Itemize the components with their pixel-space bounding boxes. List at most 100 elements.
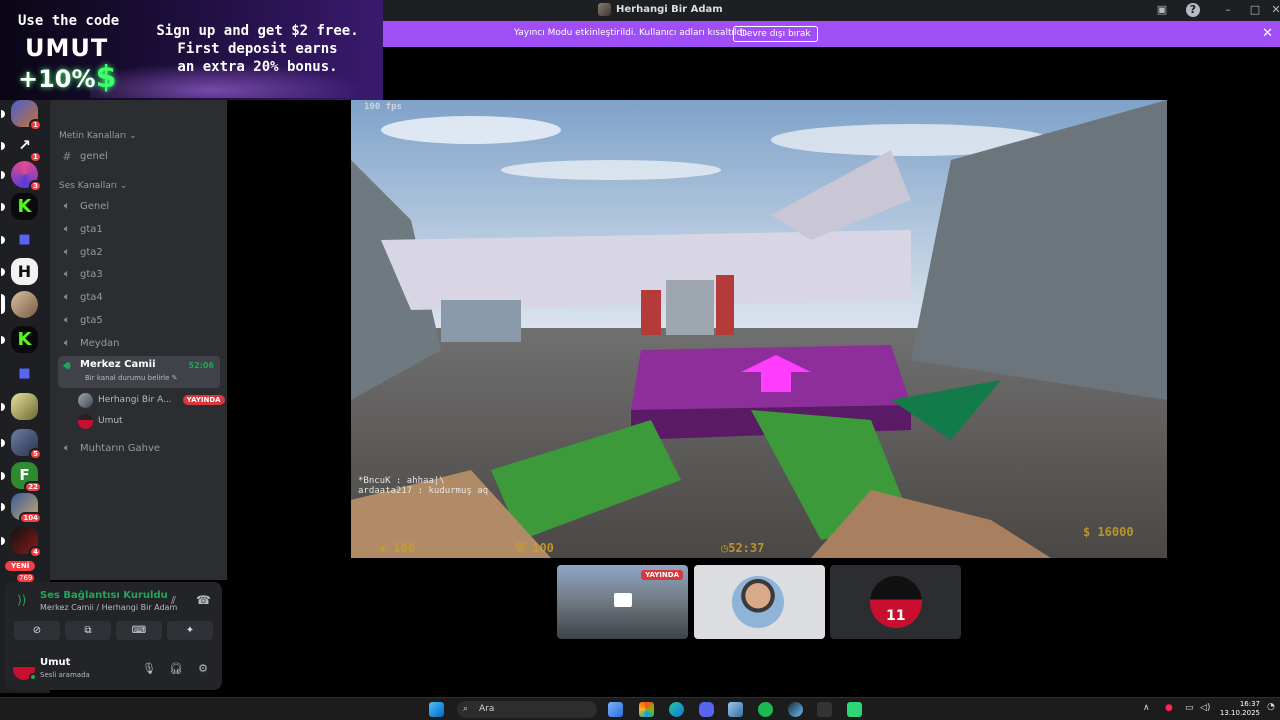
mention-badge: 1: [29, 151, 42, 163]
user-status: Sesli aramada: [40, 671, 90, 679]
mic-tray-icon[interactable]: ●: [1165, 703, 1173, 713]
server-icon[interactable]: 104: [1, 493, 42, 524]
voice-channel-gta5[interactable]: 🔈︎ gta5: [58, 310, 220, 330]
participant-tile-umut[interactable]: 11: [830, 565, 961, 639]
taskbar-clock[interactable]: 16:37 13.10.2025: [1220, 700, 1260, 718]
help-icon[interactable]: ?: [1186, 3, 1200, 17]
unread-pip: [1, 537, 5, 545]
mention-badge: 3: [29, 180, 42, 192]
server-icon[interactable]: 1: [1, 100, 42, 131]
voice-channel-gta2[interactable]: 🔈︎ gta2: [58, 242, 220, 262]
participant-tile-user[interactable]: [694, 565, 825, 639]
chat-line: *BncuK : ahhaa|\: [358, 476, 445, 486]
unread-pip: [1, 171, 5, 179]
disconnect-icon[interactable]: ☎: [196, 593, 211, 607]
promo-overlay: Use the code UMUT +10%$ Sign up and get …: [0, 0, 383, 100]
speaker-icon: 🔈︎: [63, 290, 71, 303]
voice-member-streamer[interactable]: Herhangi Bir A... YAYINDA: [78, 391, 225, 409]
channel-label: gta1: [80, 223, 103, 235]
server-icon[interactable]: 4: [1, 527, 42, 558]
inbox-icon[interactable]: ▣: [1155, 3, 1169, 17]
speaker-active-icon: 🔊︎: [63, 359, 71, 372]
close-window-button[interactable]: ✕: [1269, 3, 1280, 17]
hud-round-time: ◷52:37: [721, 541, 765, 555]
edge-icon[interactable]: [669, 702, 684, 717]
soundboard-button[interactable]: ✦: [167, 621, 213, 640]
channel-label: Meydan: [80, 337, 120, 349]
channel-label: genel: [80, 150, 108, 162]
server-icon[interactable]: [1, 393, 38, 420]
participant-tile-stream[interactable]: YAYINDA: [557, 565, 688, 639]
screen-share-button[interactable]: ⧉: [65, 621, 111, 640]
voice-category-label: Ses Kanalları: [59, 181, 117, 191]
voice-channel-meydan[interactable]: 🔈︎ Meydan: [58, 333, 220, 353]
promo-text: Sign up and get $2 free. First deposit e…: [150, 22, 365, 76]
avatar: [78, 392, 93, 408]
minimize-button[interactable]: –: [1221, 3, 1235, 17]
kick-server-icon[interactable]: K: [1, 193, 38, 220]
unread-pip: [1, 203, 5, 211]
voice-status[interactable]: Ses Bağlantısı Kuruldu: [40, 590, 168, 601]
start-icon[interactable]: [429, 702, 444, 717]
voice-channel-muhtarin-gahve[interactable]: 🔈︎ Muhtarın Gahve: [58, 438, 220, 458]
headphones-icon[interactable]: 🎧︎: [168, 661, 184, 677]
server-icon[interactable]: H: [1, 258, 38, 285]
new-unreads-pill[interactable]: YENİ: [5, 561, 36, 571]
speaker-icon: 🔈︎: [63, 336, 71, 349]
voice-channel-gta3[interactable]: 🔈︎ gta3: [58, 264, 220, 284]
channel-label: gta5: [80, 314, 103, 326]
text-category-header[interactable]: Metin Kanalları ⌄: [59, 131, 137, 141]
member-name: Umut: [98, 416, 123, 426]
maximize-button[interactable]: □: [1248, 3, 1262, 17]
user-server-icon[interactable]: [1, 291, 38, 318]
discord-icon[interactable]: [699, 702, 714, 717]
chat-line: ardaata217 : kudurmuş aq: [358, 486, 489, 496]
voice-channel-merkez-camii[interactable]: 🔊︎ Merkez Camii 52:06 Bir kanal durumu b…: [58, 356, 220, 388]
tray-chevron-icon[interactable]: ∧: [1143, 703, 1150, 713]
task-view-icon[interactable]: [608, 702, 623, 717]
settings-gear-icon[interactable]: ⚙: [195, 661, 211, 677]
voice-channel-genel[interactable]: 🔈︎ Genel: [58, 196, 220, 216]
voice-channel-gta1[interactable]: 🔈︎ gta1: [58, 219, 220, 239]
unread-pip: [1, 142, 5, 150]
volume-icon[interactable]: ◁): [1200, 703, 1210, 713]
voice-member-umut[interactable]: Umut: [78, 412, 123, 430]
folder-icon[interactable]: ■: [11, 360, 38, 387]
mention-badge: 5: [29, 448, 42, 460]
server-icon[interactable]: ↗ 1: [1, 132, 42, 163]
epic-games-icon[interactable]: [817, 702, 832, 717]
jersey-number: 11: [886, 608, 906, 624]
microphone-icon[interactable]: 🎙︎: [141, 661, 157, 677]
voice-category-header[interactable]: Ses Kanalları ⌄: [59, 181, 127, 191]
unread-pip: [1, 403, 5, 411]
steam-icon[interactable]: [788, 702, 803, 717]
copilot-icon[interactable]: [639, 702, 654, 717]
live-badge: YAYINDA: [182, 395, 225, 405]
camera-off-button[interactable]: ⊘: [14, 621, 60, 640]
noise-suppression-icon[interactable]: ⫽: [171, 594, 176, 608]
channel-genel-text[interactable]: # genel: [58, 146, 220, 166]
banner-close-icon[interactable]: ✕: [1262, 26, 1273, 41]
user-name[interactable]: Umut: [40, 657, 70, 668]
app-icon[interactable]: [728, 702, 743, 717]
server-icon[interactable]: 5: [1, 429, 42, 460]
stream-video[interactable]: 100 fps *BncuK : ahhaa|\ ardaata217 : ku…: [351, 100, 1167, 558]
disable-streamer-mode-button[interactable]: Devre dışı bırak: [733, 26, 818, 42]
search-icon: ⌕: [463, 704, 469, 714]
signal-icon[interactable]: )): [17, 593, 26, 607]
speaker-icon: 🔈︎: [63, 199, 71, 212]
channel-label: Merkez Camii: [80, 359, 156, 370]
app-icon[interactable]: [847, 702, 862, 717]
voice-channel-gta4[interactable]: 🔈︎ gta4: [58, 287, 220, 307]
server-icon[interactable]: 3: [1, 161, 42, 192]
activity-button[interactable]: ⌨: [116, 621, 162, 640]
folder-icon[interactable]: ■: [1, 226, 38, 253]
kick-server-icon[interactable]: K: [1, 326, 38, 353]
channel-status-prompt[interactable]: Bir kanal durumu belirle ✎: [85, 374, 178, 382]
spotify-icon[interactable]: [758, 702, 773, 717]
network-icon[interactable]: ▭: [1185, 703, 1194, 713]
promo-line-1: Sign up and get $2 free.: [156, 23, 359, 39]
notification-bell-icon[interactable]: ◔: [1267, 702, 1275, 712]
server-icon[interactable]: F 22: [1, 462, 42, 493]
taskbar-search[interactable]: ⌕ Ara: [457, 701, 597, 718]
